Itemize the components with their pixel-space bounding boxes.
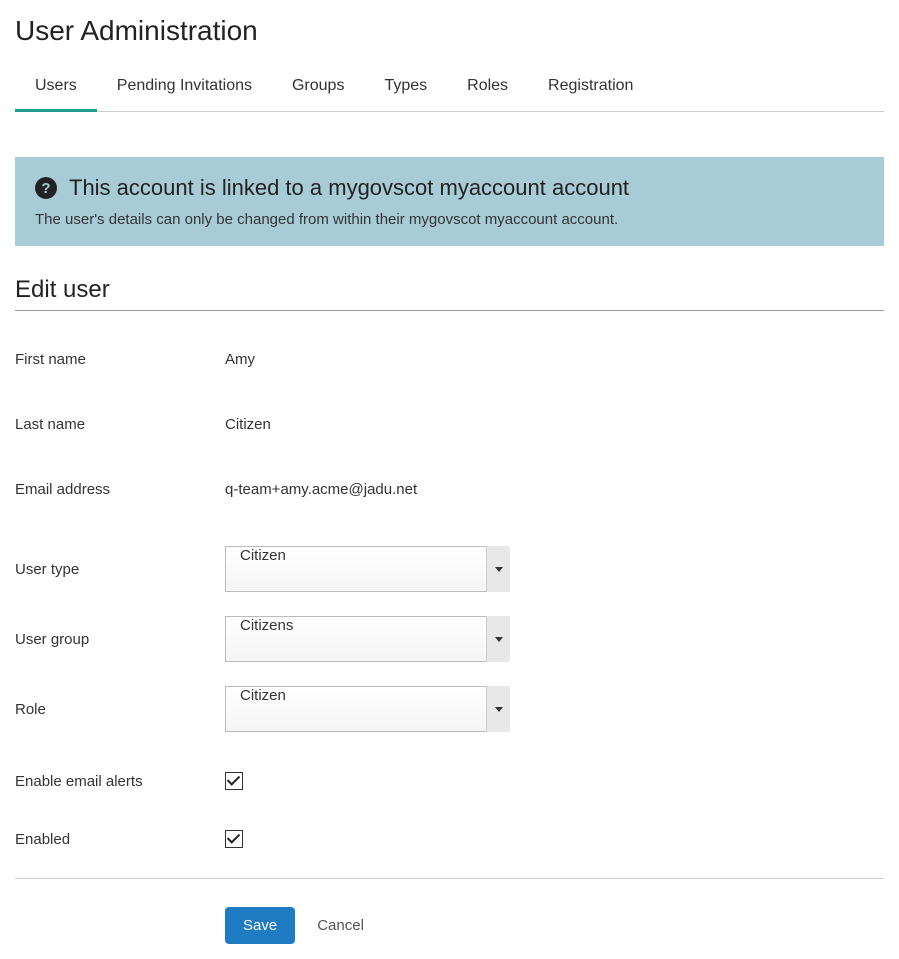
user-group-label: User group: [15, 631, 225, 648]
tabs: Users Pending Invitations Groups Types R…: [15, 65, 884, 112]
user-group-select[interactable]: Citizens: [225, 616, 510, 662]
alert-title: This account is linked to a mygovscot my…: [69, 175, 629, 201]
divider: [15, 878, 884, 879]
enabled-checkbox[interactable]: [225, 830, 243, 848]
role-select[interactable]: Citizen: [225, 686, 510, 732]
help-icon: ?: [35, 177, 57, 199]
email-value: q-team+amy.acme@jadu.net: [225, 481, 417, 498]
tab-users[interactable]: Users: [15, 65, 97, 112]
alert-body: The user's details can only be changed f…: [35, 211, 864, 228]
page-title: User Administration: [15, 15, 884, 47]
last-name-label: Last name: [15, 416, 225, 433]
tab-groups[interactable]: Groups: [272, 65, 364, 111]
cancel-button[interactable]: Cancel: [317, 917, 364, 934]
email-label: Email address: [15, 481, 225, 498]
user-type-label: User type: [15, 561, 225, 578]
linked-account-alert: ? This account is linked to a mygovscot …: [15, 157, 884, 246]
tab-registration[interactable]: Registration: [528, 65, 653, 111]
first-name-label: First name: [15, 351, 225, 368]
first-name-value: Amy: [225, 351, 255, 368]
role-label: Role: [15, 701, 225, 718]
tab-roles[interactable]: Roles: [447, 65, 528, 111]
section-title: Edit user: [15, 276, 884, 311]
email-alerts-label: Enable email alerts: [15, 773, 225, 790]
last-name-value: Citizen: [225, 416, 271, 433]
tab-types[interactable]: Types: [364, 65, 447, 111]
tab-pending-invitations[interactable]: Pending Invitations: [97, 65, 272, 111]
save-button[interactable]: Save: [225, 907, 295, 944]
enabled-label: Enabled: [15, 831, 225, 848]
email-alerts-checkbox[interactable]: [225, 772, 243, 790]
user-type-select[interactable]: Citizen: [225, 546, 510, 592]
